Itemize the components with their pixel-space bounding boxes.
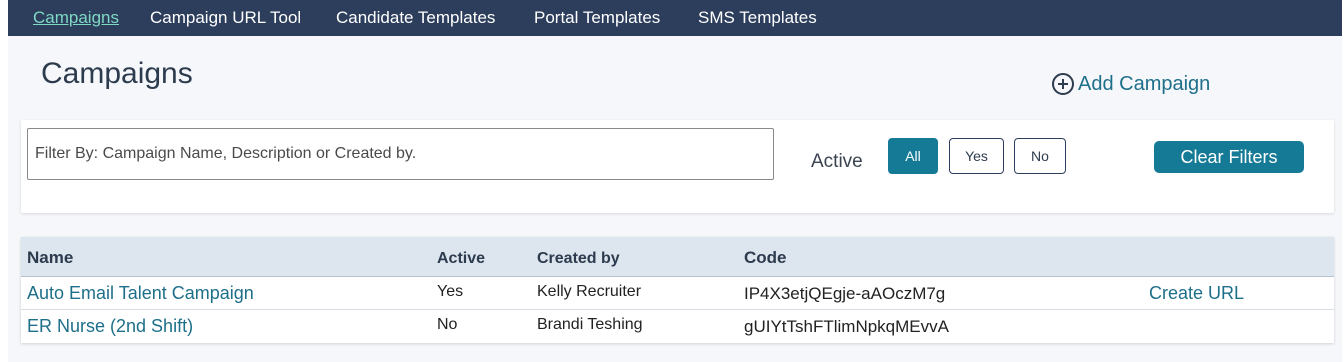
plus-circle-icon [1052, 73, 1074, 95]
app-frame: Campaigns Campaign URL Tool Candidate Te… [8, 0, 1342, 362]
filter-input[interactable] [27, 128, 774, 180]
filter-panel: Active All Yes No Clear Filters [21, 120, 1334, 213]
column-header-code[interactable]: Code [744, 248, 787, 268]
table-row: Auto Email Talent Campaign Yes Kelly Rec… [21, 277, 1334, 310]
add-campaign-button[interactable]: Add Campaign [1051, 72, 1210, 96]
filter-yes-button[interactable]: Yes [949, 138, 1004, 174]
created-by-cell: Kelly Recruiter [537, 283, 642, 300]
nav-sms-templates[interactable]: SMS Templates [698, 8, 817, 28]
campaign-name-link[interactable]: ER Nurse (2nd Shift) [27, 316, 193, 337]
nav-candidate-templates[interactable]: Candidate Templates [336, 8, 495, 28]
column-header-active[interactable]: Active [437, 250, 485, 268]
clear-filters-button[interactable]: Clear Filters [1154, 141, 1304, 173]
active-cell: No [437, 316, 458, 333]
campaign-name-link[interactable]: Auto Email Talent Campaign [27, 283, 254, 304]
created-by-cell: Brandi Teshing [537, 316, 643, 333]
nav-campaigns[interactable]: Campaigns [33, 8, 119, 28]
filter-no-button[interactable]: No [1014, 138, 1066, 174]
active-filter-label: Active [811, 151, 863, 172]
top-nav: Campaigns Campaign URL Tool Candidate Te… [8, 0, 1342, 36]
nav-portal-templates[interactable]: Portal Templates [534, 8, 660, 28]
column-header-created-by[interactable]: Created by [537, 250, 620, 268]
code-cell: gUIYtTshFTlimNpkqMEvvA [744, 317, 949, 336]
table-row: ER Nurse (2nd Shift) No Brandi Teshing g… [21, 310, 1334, 343]
create-url-link[interactable]: Create URL [1149, 283, 1244, 304]
page-title: Campaigns [41, 57, 193, 90]
code-cell: IP4X3etjQEgje-aAOczM7g [744, 284, 946, 303]
column-header-name[interactable]: Name [27, 248, 73, 268]
nav-campaign-url-tool[interactable]: Campaign URL Tool [150, 8, 301, 28]
table-header: Name Active Created by Code [21, 237, 1334, 277]
active-cell: Yes [437, 283, 464, 300]
filter-all-button[interactable]: All [888, 138, 938, 174]
add-campaign-label: Add Campaign [1078, 72, 1211, 95]
campaigns-table: Name Active Created by Code Auto Email T… [21, 237, 1334, 343]
